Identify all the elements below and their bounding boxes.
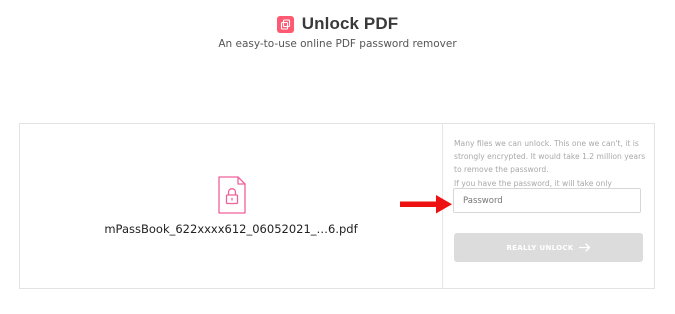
file-name: mPassBook_622xxxx612_06052021_…6.pdf [104, 222, 358, 236]
unlock-logo-icon [276, 15, 294, 33]
message-line: Many files we can unlock. This one we ca… [454, 139, 639, 148]
password-input[interactable] [453, 188, 641, 213]
page-title: Unlock PDF [301, 14, 399, 33]
locked-file-icon [218, 176, 246, 214]
message-line: to remove the password. [454, 165, 549, 175]
title-row: Unlock PDF [0, 14, 675, 34]
unlock-button-label: REALLY UNLOCK [506, 243, 574, 252]
message-line: strongly encrypted. It would take 1.2 mi… [454, 152, 646, 162]
red-arrow-icon [400, 195, 452, 214]
really-unlock-button[interactable]: REALLY UNLOCK [454, 233, 643, 262]
file-card: mPassBook_622xxxx612_06052021_…6.pdf Man… [19, 123, 655, 289]
page-subtitle: An easy-to-use online PDF password remov… [218, 38, 457, 50]
arrow-right-icon [578, 243, 590, 252]
